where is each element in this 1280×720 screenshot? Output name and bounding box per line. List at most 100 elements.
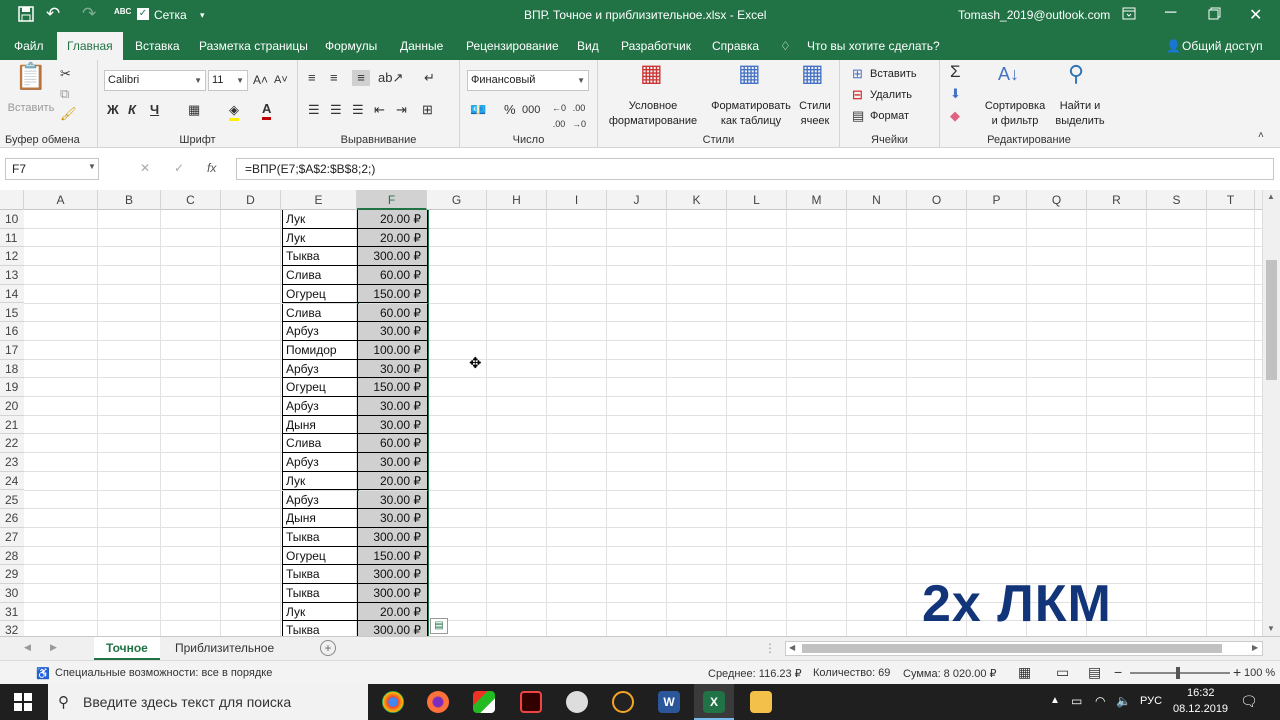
row-header[interactable]: 11 [0,229,24,248]
windows-start-icon[interactable] [14,693,32,714]
fill-color-icon[interactable]: ◈ [229,102,239,121]
row-header[interactable]: 27 [0,528,24,547]
row-header[interactable]: 22 [0,434,24,454]
column-header-d[interactable]: D [221,190,281,210]
cell-e[interactable]: Помидор [282,340,358,360]
row-header[interactable]: 13 [0,266,24,285]
file-explorer-icon[interactable] [750,691,772,713]
app-icon-4[interactable] [612,691,634,713]
cell-f[interactable]: 20.00 ₽ [358,602,428,622]
tab-view[interactable]: Вид [567,32,609,60]
row-header[interactable]: 21 [0,416,24,435]
underline-button[interactable]: Ч [150,102,159,118]
row-header[interactable]: 32 [0,621,24,636]
prev-sheet-icon[interactable]: ◀ [24,642,31,653]
decrease-font-icon[interactable]: A˅ [274,72,288,88]
row-header[interactable]: 30 [0,584,24,603]
accessibility-status[interactable]: Специальные возможности: все в порядке [55,667,272,679]
column-header-q[interactable]: Q [1027,190,1087,210]
zoom-level[interactable]: 100 % [1244,667,1275,679]
page-break-view-icon[interactable]: ▤ [1088,664,1101,681]
zoom-out-icon[interactable]: − [1114,664,1122,680]
align-center-icon[interactable]: ☰ [330,102,342,118]
cell-f[interactable]: 300.00 ₽ [358,621,428,636]
align-middle-icon[interactable]: ≡ [330,70,338,86]
app-icon-1[interactable] [473,691,495,713]
notification-icon[interactable]: 🗨 [1240,693,1258,710]
zoom-slider[interactable] [1130,667,1230,679]
tab-data[interactable]: Данные [390,32,453,60]
copy-icon[interactable]: ⧉ [60,86,69,102]
row-header[interactable]: 19 [0,378,24,397]
delete-cells-icon[interactable]: ⊟ [852,87,863,103]
align-left-icon[interactable]: ☰ [308,102,320,118]
cell-e[interactable]: Лук [282,602,358,622]
account-name[interactable]: Tomash_2019@outlook.com [958,8,1110,22]
tab-formulas[interactable]: Формулы [315,32,387,60]
row-header[interactable]: 14 [0,285,24,304]
clock-time[interactable]: 16:32 [1187,687,1215,699]
cell-e[interactable]: Слива [282,434,358,454]
cell-f[interactable]: 30.00 ₽ [358,359,428,379]
wifi-icon[interactable]: ◠ [1095,694,1105,708]
conditional-formatting-icon[interactable]: ▦ [640,62,663,86]
find-select-line2[interactable]: выделить [1050,115,1110,127]
cell-e[interactable]: Огурец [282,546,358,566]
cell-e[interactable]: Арбуз [282,490,358,510]
currency-icon[interactable]: 💶 [470,102,486,118]
tab-insert[interactable]: Вставка [125,32,190,60]
column-header-p[interactable]: P [967,190,1027,210]
horizontal-scroll-thumb[interactable] [802,644,1222,653]
cell-e[interactable]: Слива [282,303,358,323]
tab-home[interactable]: Главная [57,32,123,60]
insert-cells-button[interactable]: Вставить [870,68,917,80]
decrease-indent-icon[interactable]: ⇤ [374,102,385,118]
ribbon-display-icon[interactable] [1122,7,1136,23]
format-cells-icon[interactable]: ▤ [852,108,864,124]
cell-f[interactable]: 30.00 ₽ [358,322,428,341]
row-header[interactable]: 29 [0,565,24,584]
cut-icon[interactable]: ✂ [60,66,71,82]
cell-e[interactable]: Дыня [282,509,358,528]
cell-e[interactable]: Тыква [282,247,358,267]
cell-f[interactable]: 30.00 ₽ [358,490,428,510]
cell-e[interactable]: Тыква [282,584,358,603]
clear-icon[interactable]: ◆ [950,108,960,124]
column-header-o[interactable]: O [907,190,967,210]
conditional-formatting-line1[interactable]: Условное [602,100,704,112]
cell-e[interactable]: Тыква [282,621,358,636]
close-icon[interactable]: ✕ [1249,5,1262,25]
redo-icon[interactable]: ↷ [82,4,96,24]
column-header-r[interactable]: R [1087,190,1147,210]
merge-center-icon[interactable]: ⊞ [422,102,433,118]
column-header-b[interactable]: B [98,190,161,210]
increase-indent-icon[interactable]: ⇥ [396,102,407,118]
align-top-icon[interactable]: ≡ [308,70,316,86]
delete-cells-button[interactable]: Удалить [870,89,912,101]
minimize-icon[interactable]: ─ [1165,4,1176,22]
vertical-scrollbar[interactable]: ▲ ▼ [1262,190,1280,636]
row-header[interactable]: 26 [0,509,24,528]
cell-f[interactable]: 300.00 ₽ [358,565,428,584]
app-icon-3[interactable] [566,691,588,713]
row-header[interactable]: 23 [0,453,24,472]
save-icon[interactable] [18,6,34,26]
word-icon[interactable]: W [658,691,680,713]
cell-f[interactable]: 60.00 ₽ [358,266,428,285]
comma-style-icon[interactable]: 000 [522,102,540,118]
enter-icon[interactable]: ✓ [174,161,184,175]
tab-help[interactable]: Справка [702,32,769,60]
find-icon[interactable]: ⚲ [1068,63,1084,85]
column-header-j[interactable]: J [607,190,667,210]
scroll-left-icon[interactable]: ◀ [789,643,795,652]
row-header[interactable]: 18 [0,360,24,379]
format-painter-icon[interactable]: 🖌 [60,106,77,122]
align-bottom-icon[interactable]: ≡ [352,70,370,86]
cell-e[interactable]: Тыква [282,565,358,584]
cell-styles-line1[interactable]: Стили [794,100,836,112]
tab-page-layout[interactable]: Разметка страницы [189,32,318,60]
percent-icon[interactable]: % [504,102,516,118]
sort-filter-icon[interactable]: A↓ [998,65,1019,83]
borders-icon[interactable]: ▦ [188,102,200,118]
tray-expand-icon[interactable]: ▲ [1050,695,1060,706]
